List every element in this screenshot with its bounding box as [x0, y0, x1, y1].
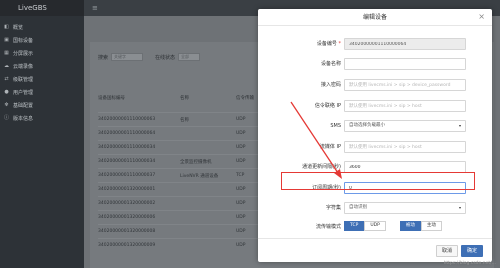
- table-row[interactable]: 34020000001320000009 UDP: [98, 238, 266, 252]
- cell: 34020000001320000006: [98, 215, 156, 220]
- sidebar-item-label: 用户管理: [13, 89, 34, 96]
- annotation-highlight-box: [281, 172, 475, 190]
- user-icon: ●: [4, 88, 9, 95]
- column-header: 名称: [180, 96, 189, 101]
- table-row[interactable]: 34020000001110000063 名称 UDP: [98, 112, 266, 126]
- signal-ip-label: 信令联络 IP: [314, 103, 341, 109]
- cell: 34020000001320000009: [98, 243, 156, 248]
- cell: 34020000001110000064: [98, 131, 156, 136]
- table-row[interactable]: 34020000001110000034 全景监控摄像机 UDP: [98, 154, 266, 168]
- search-input[interactable]: 关键字: [111, 53, 144, 61]
- passive-toggle[interactable]: 被动: [399, 221, 421, 231]
- field-signal-ip: 信令联络 IP: [258, 100, 492, 116]
- field-device-name: 设备名称: [258, 58, 492, 74]
- sidebar-item-users[interactable]: ● 用户管理: [0, 86, 84, 98]
- cell: 34020000001110000034: [98, 159, 156, 164]
- sidebar-item-label: 级联管理: [13, 76, 34, 83]
- table-header: 设备国标编号 名称 信令传输: [98, 95, 266, 101]
- cell: LiveNVR 通道设备: [180, 173, 219, 179]
- sidebar-item-label: 云端录像: [13, 63, 34, 70]
- cell: 34020000001110000037: [98, 173, 156, 178]
- cell: 34020000001320000001: [98, 187, 156, 192]
- status-filter-label: 在线状态: [155, 54, 176, 61]
- close-icon[interactable]: ×: [478, 12, 485, 21]
- device-table: 34020000001110000063 名称 UDP 34020000001110…: [98, 112, 266, 252]
- edit-device-dialog: 编辑设备 × 设备编号 * 设备名称 接入密码 信令联络 IP SMS 自动选择…: [258, 9, 492, 262]
- sidebar-item-split[interactable]: ▦ 分屏展示: [0, 47, 84, 59]
- field-device-id: 设备编号 *: [258, 38, 492, 54]
- filter-bar: 搜索 关键字 在线状态 全部: [98, 53, 212, 61]
- sidebar-item-version[interactable]: ⓘ 版本信息: [0, 112, 84, 124]
- cell: 34020000001320000008: [98, 229, 156, 234]
- table-row[interactable]: 34020000001320000008 UDP: [98, 224, 266, 238]
- field-password: 接入密码: [258, 79, 492, 95]
- sidebar-item-label: 基础配置: [13, 102, 34, 109]
- sidebar-item-label: 分屏展示: [13, 50, 34, 57]
- confirm-button[interactable]: 确定: [460, 245, 483, 257]
- media-ip-input[interactable]: [344, 141, 466, 153]
- sidebar-item-cascade[interactable]: ⇄ 级联管理: [0, 73, 84, 85]
- sidebar-item-label: 版本信息: [13, 115, 34, 122]
- cloud-icon: ☁: [4, 62, 9, 69]
- dialog-footer: 取消 确定: [258, 238, 492, 262]
- device-name-label: 设备名称: [320, 61, 341, 67]
- signal-ip-input[interactable]: [344, 100, 466, 112]
- chevron-down-icon: ▾: [458, 123, 461, 128]
- active-toggle[interactable]: 主动: [420, 221, 442, 231]
- gear-icon: ✻: [4, 101, 9, 108]
- column-header: 设备国标编号: [98, 96, 125, 101]
- sidebar-item-devices[interactable]: ▣ 国标设备: [0, 34, 84, 46]
- share-icon: ⇄: [4, 75, 9, 82]
- sidebar-item-cloud[interactable]: ☁ 云端录像: [0, 60, 84, 72]
- password-label: 接入密码: [320, 82, 341, 88]
- search-label: 搜索: [98, 54, 109, 61]
- password-input[interactable]: [344, 79, 466, 91]
- info-icon: ⓘ: [4, 114, 10, 121]
- table-row[interactable]: 34020000001110000064 UDP: [98, 126, 266, 140]
- sidebar-item-overview[interactable]: ◧ 概览: [0, 21, 84, 33]
- device-name-input[interactable]: [344, 58, 466, 70]
- field-media-ip: 流媒体 IP: [258, 141, 492, 157]
- stream-tcp-toggle[interactable]: TCP: [344, 221, 365, 231]
- table-row[interactable]: 34020000001110000034 UDP: [98, 140, 266, 154]
- sidebar-item-config[interactable]: ✻ 基础配置: [0, 99, 84, 111]
- table-row[interactable]: 34020000001320000006 UDP: [98, 210, 266, 224]
- device-icon: ▣: [4, 36, 9, 43]
- device-id-input: [344, 38, 466, 50]
- sms-label: SMS: [330, 123, 341, 129]
- menu-icon[interactable]: ≡: [92, 4, 98, 12]
- cell: 全景监控摄像机: [180, 159, 212, 165]
- stream-udp-toggle[interactable]: UDP: [364, 221, 386, 231]
- sidebar-item-label: 国标设备: [13, 37, 34, 44]
- charset-label: 字符集: [325, 205, 341, 211]
- sidebar: ◧ 概览 ▣ 国标设备 ▦ 分屏展示 ☁ 云端录像 ⇄ 级联管理 ● 用户管理 ✻ 基础配置 …: [0, 16, 84, 268]
- sms-select[interactable]: 自动选择负载最小 ▾: [344, 120, 466, 132]
- dialog-title: 编辑设备: [258, 9, 492, 26]
- field-stream-mode: 流传输模式 TCP UDP 被动 主动: [258, 221, 492, 237]
- status-select[interactable]: 全部: [178, 53, 201, 61]
- grid-icon: ▦: [4, 49, 9, 56]
- cell: 34020000001110000063: [98, 117, 156, 122]
- stream-mode-label: 流传输模式: [315, 224, 341, 230]
- field-charset: 字符集 自动识别 ▾: [258, 202, 492, 218]
- cell: 名称: [180, 117, 189, 123]
- stream-mode-group: TCP UDP 被动 主动: [344, 221, 442, 231]
- chevron-down-icon: ▾: [458, 205, 461, 210]
- watermark: https://blog.csdn.net/...: [443, 261, 496, 266]
- media-ip-label: 流媒体 IP: [319, 144, 341, 150]
- brand-logo: LiveGBS: [0, 0, 84, 16]
- table-row[interactable]: 34020000001110000037 LiveNVR 通道设备 TCP: [98, 168, 266, 182]
- cell: 34020000001320000002: [98, 201, 156, 206]
- cancel-button[interactable]: 取消: [435, 245, 458, 257]
- charset-select[interactable]: 自动识别 ▾: [344, 202, 466, 214]
- sidebar-item-label: 概览: [13, 24, 24, 31]
- dashboard-icon: ◧: [4, 23, 9, 30]
- cell: 34020000001110000034: [98, 145, 156, 150]
- field-sms: SMS 自动选择负载最小 ▾: [258, 120, 492, 136]
- table-row[interactable]: 34020000001320000001 UDP: [98, 182, 266, 196]
- device-id-label: 设备编号 *: [316, 41, 341, 47]
- table-row[interactable]: 34020000001320000002 UDP: [98, 196, 266, 210]
